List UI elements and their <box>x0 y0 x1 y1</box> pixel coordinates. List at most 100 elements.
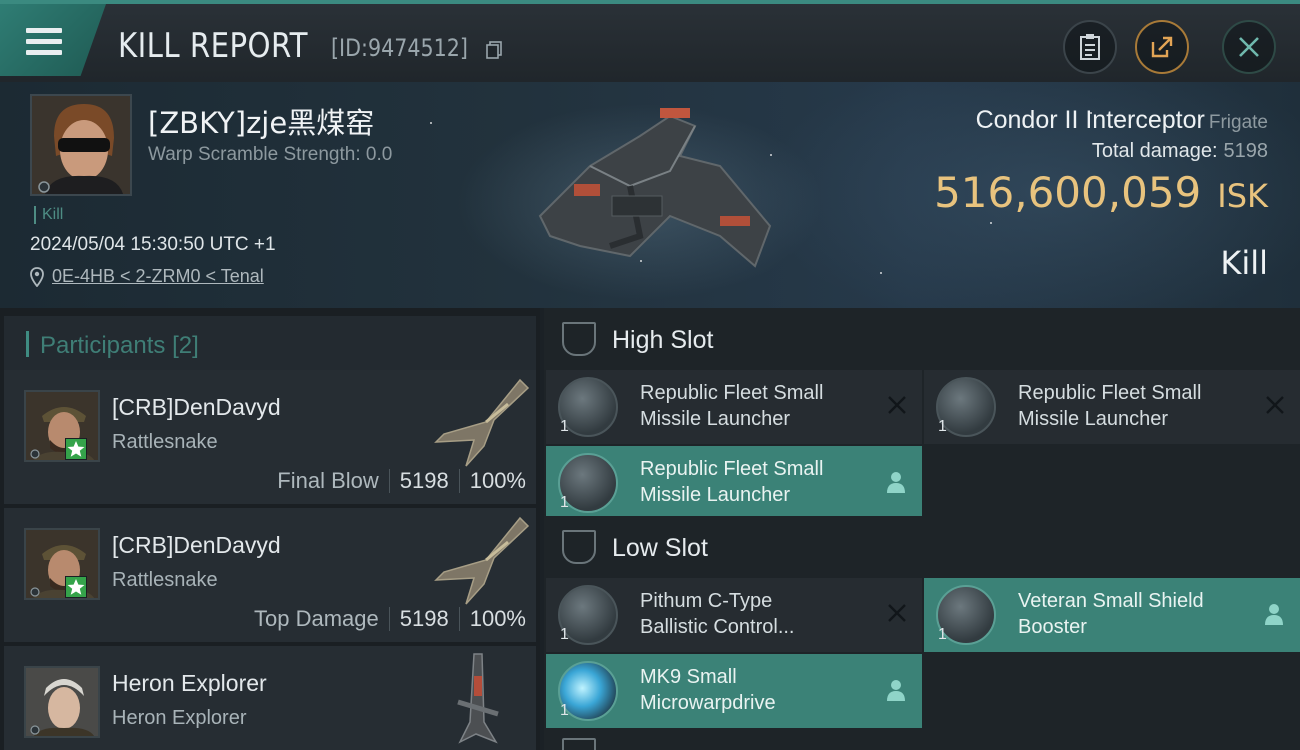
module-name: Veteran Small Shield Booster <box>1018 588 1268 640</box>
total-damage: Total damage: 5198 <box>1092 140 1268 163</box>
participant-damage: 5198 <box>399 468 449 493</box>
divider <box>388 607 390 631</box>
star-badge-icon <box>65 438 87 460</box>
victim-portrait[interactable] <box>30 94 132 196</box>
participant-name[interactable]: [CRB]DenDavyd <box>112 532 281 559</box>
kill-datetime: 2024/05/04 15:30:50 UTC +1 <box>30 234 276 255</box>
warp-scramble-strength: Warp Scramble Strength: 0.0 <box>148 144 393 165</box>
fitting-panel: High Slot 1 Republic Fleet Small Missile… <box>544 308 1300 750</box>
module-name-line2: Missile Launcher <box>640 484 791 506</box>
module-name: Republic Fleet Small Missile Launcher <box>640 380 890 432</box>
ship-class: Frigate <box>1208 112 1268 133</box>
pilot-avatar <box>26 392 98 460</box>
participant-role: Top Damage <box>254 606 379 631</box>
dropped-person-icon <box>887 680 905 701</box>
module-quantity: 1 <box>938 418 947 435</box>
total-damage-value: 5198 <box>1223 140 1269 162</box>
participant-role: Final Blow <box>277 468 379 493</box>
copy-icon[interactable] <box>484 40 504 60</box>
module-item[interactable]: 1 Republic Fleet Small Missile Launcher <box>546 370 922 444</box>
share-button[interactable] <box>1135 20 1189 74</box>
participant-damage: 5198 <box>399 606 449 631</box>
participant-percent: 100% <box>469 606 526 631</box>
location-pin-icon <box>30 266 44 287</box>
participant-ship: Heron Explorer <box>112 707 247 729</box>
close-icon <box>1239 37 1259 57</box>
clipboard-button[interactable] <box>1063 20 1117 74</box>
module-item[interactable]: 1 MK9 Small Microwarpdrive <box>546 654 922 728</box>
low-slot-header: Low Slot <box>544 516 1300 580</box>
report-id: [ID:9474512] <box>331 34 468 62</box>
participant-stats: Final Blow 5198 100% <box>277 468 526 494</box>
close-button[interactable] <box>1222 20 1276 74</box>
isk-value: 516,600,059 ISK <box>934 168 1268 217</box>
high-slot-icon <box>562 322 596 356</box>
kill-tag: Kill <box>34 206 63 224</box>
low-slot-label: Low Slot <box>612 534 708 562</box>
avatar <box>24 390 100 462</box>
module-name: Republic Fleet Small Missile Launcher <box>640 456 890 508</box>
module-name-line1: Republic Fleet Small <box>640 458 824 480</box>
avatar <box>24 666 100 738</box>
hamburger-menu-icon[interactable] <box>26 28 62 56</box>
module-quantity: 1 <box>560 418 569 435</box>
high-slot-header: High Slot <box>544 308 1300 372</box>
participant-row[interactable]: [CRB]DenDavyd Rattlesnake Top Damage 519… <box>4 508 536 642</box>
module-item[interactable]: 1 Republic Fleet Small Missile Launcher <box>924 370 1300 444</box>
rattlesnake-ship-image <box>434 378 530 467</box>
avatar <box>24 528 100 600</box>
page-title: KILL REPORT <box>118 26 308 66</box>
module-name-line2: Microwarpdrive <box>640 692 776 714</box>
module-quantity: 1 <box>560 702 569 719</box>
destroyed-x-icon <box>888 604 906 622</box>
module-name: MK9 Small Microwarpdrive <box>640 664 890 716</box>
participant-name[interactable]: Heron Explorer <box>112 670 267 697</box>
victim-ship-image <box>538 108 772 268</box>
low-slot-icon <box>562 530 596 564</box>
share-icon <box>1151 36 1173 58</box>
mid-slot-icon <box>562 738 596 750</box>
kill-result: Kill <box>1220 244 1268 282</box>
participants-count: [2] <box>172 332 199 359</box>
participant-ship: Rattlesnake <box>112 431 218 453</box>
pilot-avatar <box>32 96 130 194</box>
divider <box>458 469 460 493</box>
participant-percent: 100% <box>469 468 526 493</box>
destroyed-x-icon <box>1266 396 1284 414</box>
module-name-line2: Missile Launcher <box>640 408 791 430</box>
module-name-line1: MK9 Small <box>640 666 737 688</box>
participant-row[interactable]: [CRB]DenDavyd Rattlesnake Final Blow 519… <box>4 370 536 504</box>
pilot-avatar <box>26 530 98 598</box>
ship-type: Condor II Interceptor <box>975 106 1205 134</box>
participant-ship: Rattlesnake <box>112 569 218 591</box>
module-name-line1: Republic Fleet Small <box>1018 382 1202 404</box>
module-name-line1: Veteran Small Shield <box>1018 590 1204 612</box>
module-item[interactable]: 1 Pithum C-Type Ballistic Control... <box>546 578 922 652</box>
module-name: Pithum C-Type Ballistic Control... <box>640 588 890 640</box>
dropped-person-icon <box>887 472 905 493</box>
module-name-line2: Ballistic Control... <box>640 616 795 638</box>
location-link[interactable]: 0E-4HB < 2-ZRM0 < Tenal <box>52 266 264 287</box>
divider <box>458 607 460 631</box>
module-item[interactable]: 1 Republic Fleet Small Missile Launcher <box>546 446 922 520</box>
victim-name[interactable]: [ZBKY]zje黑煤窑 <box>148 100 374 142</box>
participants-label: Participants <box>40 332 166 359</box>
participant-row[interactable]: Heron Explorer Heron Explorer <box>4 646 536 750</box>
module-item[interactable]: 1 Veteran Small Shield Booster <box>924 578 1300 652</box>
module-name-line1: Pithum C-Type <box>640 590 773 612</box>
clipboard-icon <box>1080 34 1100 60</box>
isk-unit: ISK <box>1217 177 1268 215</box>
participants-panel: Participants [2] [CRB]DenDavyd Rattlesna… <box>0 308 540 750</box>
module-name: Republic Fleet Small Missile Launcher <box>1018 380 1268 432</box>
module-quantity: 1 <box>560 626 569 643</box>
participant-name[interactable]: [CRB]DenDavyd <box>112 394 281 421</box>
star-badge-icon <box>65 576 87 598</box>
mid-slot-header <box>544 732 1300 750</box>
module-quantity: 1 <box>938 626 947 643</box>
module-name-line2: Booster <box>1018 616 1087 638</box>
participants-header: Participants [2] <box>4 316 536 372</box>
isk-amount: 516,600,059 <box>934 168 1202 217</box>
destroyed-x-icon <box>888 396 906 414</box>
module-name-line2: Missile Launcher <box>1018 408 1169 430</box>
participant-stats: Top Damage 5198 100% <box>254 606 526 632</box>
